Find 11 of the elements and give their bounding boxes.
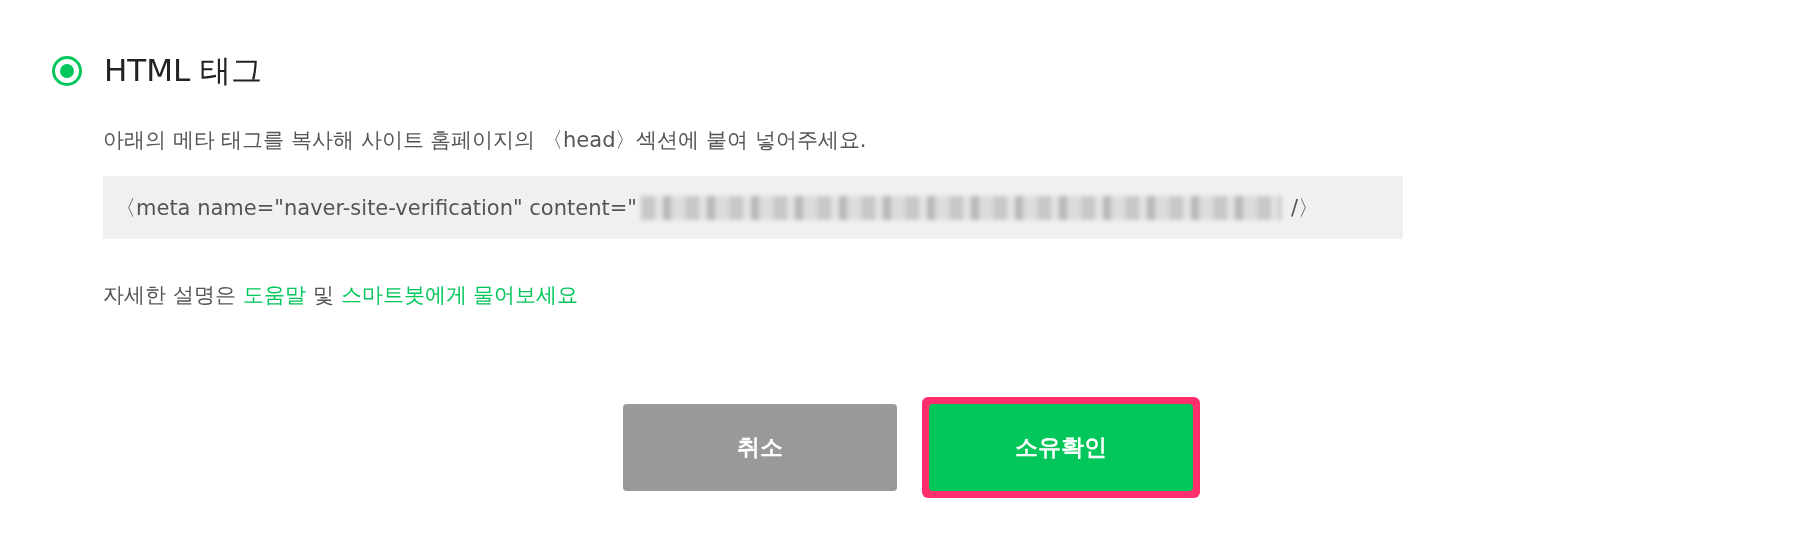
code-text: 〈meta name="naver-site-verification" content=" [115,194,637,222]
option-label: HTML 태그 [104,51,263,90]
smartbot-link[interactable]: 스마트봇에게 물어보세요 [340,281,579,309]
code-text: /〉 [1291,194,1320,222]
help-link[interactable]: 도움말 [242,281,306,309]
instruction-text: 아래의 메타 태그를 복사해 사이트 홈페이지의 〈head〉섹션에 붙여 넣어주세요. [103,127,868,154]
confirm-button[interactable]: 소유확인 [928,404,1193,491]
radio-button[interactable] [52,56,82,86]
cancel-button[interactable]: 취소 [622,404,897,491]
help-text: 자세한 설명은 [103,282,236,309]
help-text: 및 [312,282,334,309]
